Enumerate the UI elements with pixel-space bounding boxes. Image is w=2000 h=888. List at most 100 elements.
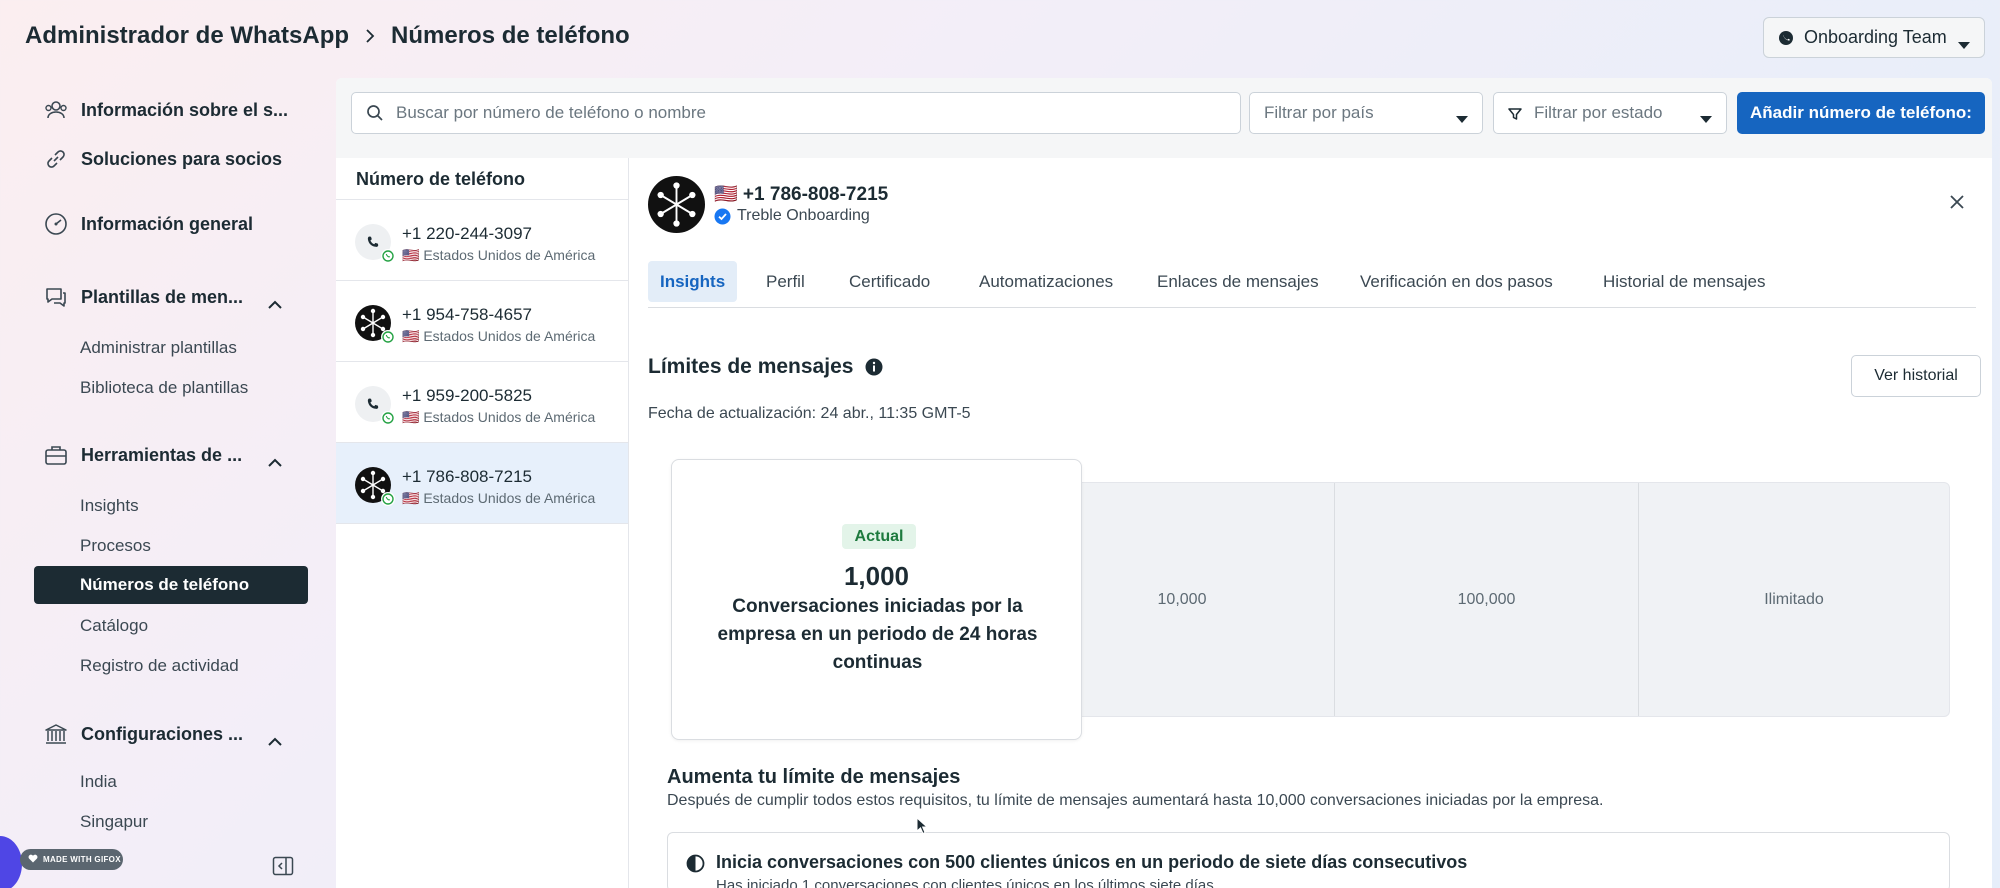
phone-list-item[interactable]: +1 954-758-4657 🇺🇸 Estados Unidos de Amé… [336,281,628,362]
whatsapp-badge-icon [381,411,395,425]
sidebar-item-label: Información general [81,213,254,234]
briefcase-icon [43,443,69,467]
filter-icon [1508,106,1522,120]
business-logo-avatar [648,176,705,233]
tab-automations[interactable]: Automatizaciones [967,261,1125,302]
account-selector-button[interactable]: Onboarding Team [1763,17,1985,58]
phone-country: 🇺🇸 Estados Unidos de América [402,490,596,506]
sidebar-sub-insights[interactable]: Insights [80,496,139,516]
search-icon [366,104,384,122]
info-icon[interactable] [865,358,883,376]
caret-down-icon [1456,109,1468,123]
whatsapp-icon [1778,30,1794,46]
raise-limit-title: Aumenta tu límite de mensajes [667,766,961,788]
detail-tabs: Insights Perfil Certificado Automatizaci… [648,261,1976,308]
phone-avatar [355,224,395,263]
current-badge: Actual [842,524,916,549]
phone-number: +1 959-200-5825 [402,386,532,405]
sidebar-item-label: Herramientas de ... [81,444,243,465]
sidebar-item-label: Plantillas de men... [81,286,244,307]
country-filter-dropdown[interactable]: Filtrar por país [1249,92,1483,134]
add-phone-number-button[interactable]: Añadir número de teléfono: [1737,92,1985,134]
sidebar-item-label: Configuraciones ... [81,723,244,744]
phone-avatar [355,386,395,425]
phone-list: Número de teléfono +1 220-244-3097 🇺🇸 Es… [336,158,629,888]
sidebar-sub-singapore[interactable]: Singapur [80,812,148,832]
sidebar-item-account-tools[interactable]: Herramientas de ... [43,443,293,467]
tab-insights[interactable]: Insights [648,261,738,302]
breadcrumb: Administrador de WhatsApp Números de tel… [25,22,630,50]
sidebar-sub-phone-numbers[interactable]: Números de teléfono [34,566,308,604]
tab-message-links[interactable]: Enlaces de mensajes [1145,261,1331,302]
phone-list-header: Número de teléfono [336,158,628,200]
collapse-sidebar-icon[interactable] [272,855,294,877]
phone-list-item[interactable]: +1 220-244-3097 🇺🇸 Estados Unidos de Amé… [336,200,628,281]
tab-profile[interactable]: Perfil [754,261,817,302]
detail-display-name: Treble Onboarding [714,207,870,225]
tab-message-history[interactable]: Historial de mensajes [1591,261,1778,302]
breadcrumb-app-title[interactable]: Administrador de WhatsApp [25,22,349,50]
sidebar-sub-activity-log[interactable]: Registro de actividad [80,656,239,676]
requirement-subtitle: Has iniciado 1 conversaciones con client… [716,877,1218,888]
search-input[interactable] [396,103,1216,123]
phone-list-item[interactable]: +1 959-200-5825 🇺🇸 Estados Unidos de Amé… [336,362,628,443]
toolbar: Filtrar por país Filtrar por estado Añad… [336,78,1992,158]
phone-detail-panel: 🇺🇸 +1 786-808-7215 Treble Onboarding Ins… [629,158,1992,888]
sidebar-item-overview[interactable]: Información general [43,212,293,236]
sidebar-sub-india[interactable]: India [80,772,117,792]
detail-phone-number: 🇺🇸 +1 786-808-7215 [714,184,889,205]
display-name-text: Treble Onboarding [737,207,870,224]
requirement-title: Inicia conversaciones con 500 clientes ú… [716,852,1468,872]
phone-number: +1 220-244-3097 [402,224,532,243]
tab-certificate[interactable]: Certificado [837,261,942,302]
tab-two-step-verification[interactable]: Verificación en dos pasos [1348,261,1565,302]
chevron-up-icon[interactable] [268,730,282,746]
current-limit-card: Actual 1,000 Conversaciones iniciadas po… [671,459,1082,740]
updated-timestamp: Fecha de actualización: 24 abr., 11:35 G… [648,405,971,422]
whatsapp-badge-icon [381,249,395,263]
gifox-heart-icon [28,854,38,865]
phone-icon [367,236,379,247]
phone-country: 🇺🇸 Estados Unidos de América [402,409,596,425]
sidebar-item-label: Información sobre el s... [81,99,289,120]
tier-100000: 100,000 [1334,483,1638,716]
business-logo-icon [657,182,696,227]
chevron-right-icon [363,29,377,43]
section-title-text: Límites de mensajes [648,355,854,378]
sidebar-item-message-templates[interactable]: Plantillas de men... [43,285,293,309]
status-filter-dropdown[interactable]: Filtrar por estado [1493,92,1727,134]
close-icon[interactable] [1948,193,1966,211]
current-limit-description: Conversaciones iniciadas por la empresa … [717,596,1038,673]
phone-number: +1 954-758-4657 [402,305,532,324]
account-label: Onboarding Team [1804,27,1947,47]
sidebar-item-business-info[interactable]: Información sobre el s... [43,98,293,122]
whatsapp-badge-icon [381,492,395,506]
current-limit-value: 1,000 [843,561,910,591]
sidebar-sub-catalog[interactable]: Catálogo [80,616,148,636]
phone-list-item-selected[interactable]: +1 786-808-7215 🇺🇸 Estados Unidos de Amé… [336,443,628,524]
view-history-button[interactable]: Ver historial [1851,355,1981,397]
sidebar-sub-manage-templates[interactable]: Administrar plantillas [80,338,237,358]
gauge-icon [43,212,69,236]
page-title: Números de teléfono [391,22,630,49]
whatsapp-badge-icon [381,330,395,344]
phone-number: +1 786-808-7215 [402,467,532,486]
sidebar-sub-processes[interactable]: Procesos [80,536,151,556]
requirement-item: Inicia conversaciones con 500 clientes ú… [667,832,1950,888]
chevron-up-icon[interactable] [268,293,282,309]
tier-unlimited: Ilimitado [1638,483,1949,716]
search-box[interactable] [351,92,1241,134]
link-icon [43,147,69,171]
status-filter-label: Filtrar por estado [1534,103,1663,122]
top-header: Administrador de WhatsApp Números de tel… [0,0,2000,78]
gifox-watermark: MADE WITH GIFOX [20,849,123,870]
chat-icon [43,285,69,309]
bank-icon [43,722,69,746]
phone-country: 🇺🇸 Estados Unidos de América [402,328,596,344]
sidebar-sub-template-library[interactable]: Biblioteca de plantillas [80,378,248,398]
sidebar-item-settings[interactable]: Configuraciones ... [43,722,293,746]
chevron-up-icon[interactable] [268,451,282,467]
sidebar-item-partner-solutions[interactable]: Soluciones para socios [43,147,293,171]
caret-down-icon [1958,34,1970,49]
verified-badge-icon [714,208,731,225]
